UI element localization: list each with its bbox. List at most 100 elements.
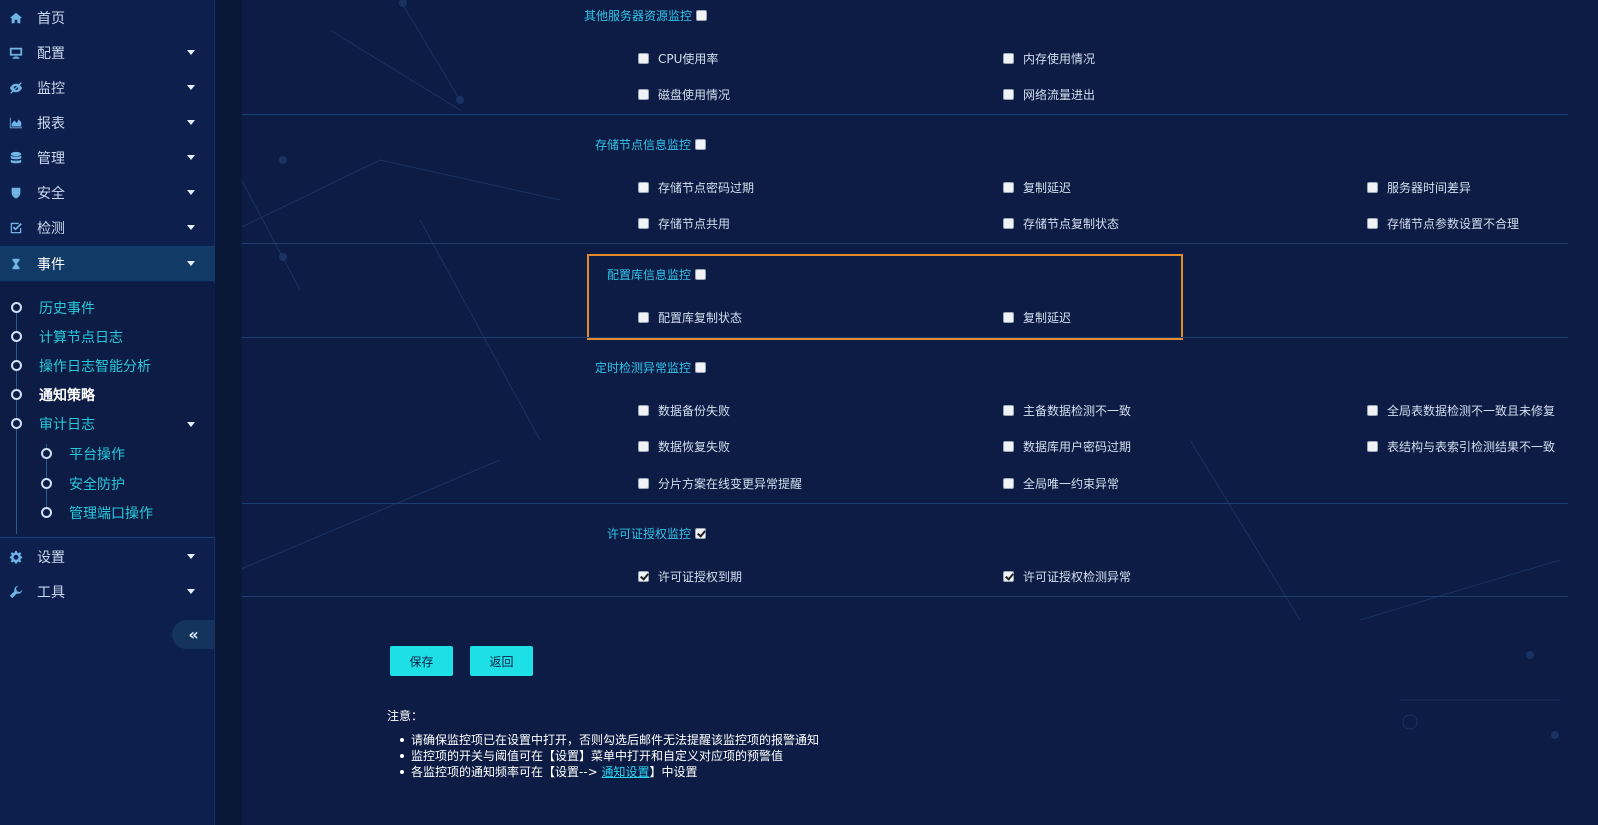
note-item: 各监控项的通知频率可在【设置--> 通知设置】中设置 [399,764,819,780]
checkbox[interactable] [1367,182,1378,193]
checkbox[interactable] [1003,218,1014,229]
section-checkbox-config-db[interactable] [695,269,707,280]
option-storage-param-unreasonable[interactable]: 存储节点参数设置不合理 [1367,215,1519,232]
submenu-item-compute-node-log[interactable]: 计算节点日志 [0,323,215,351]
sidebar-item-config[interactable]: 配置 [0,35,215,70]
submenu-item-platform-ops[interactable]: 平台操作 [0,440,215,468]
chevron-down-icon [187,120,195,125]
notification-settings-link[interactable]: 通知设置 [602,765,650,779]
checkbox[interactable] [1003,53,1014,64]
checkbox[interactable] [638,89,649,100]
sidebar-item-label: 配置 [37,45,65,62]
section-checkbox-storage-node[interactable] [695,139,707,150]
submenu-item-label: 计算节点日志 [39,330,123,346]
sidebar-item-label: 工具 [37,584,65,601]
checkbox[interactable] [1003,441,1014,452]
sidebar-item-monitor[interactable]: 监控 [0,70,215,105]
option-license-check-abnormal[interactable]: 许可证授权检测异常 [1003,568,1131,585]
option-cpu-usage[interactable]: CPU使用率 [638,50,718,67]
bullet-icon [11,418,22,429]
checkbox[interactable] [1003,312,1014,323]
section-title-config-db: 配置库信息监控 [607,266,707,283]
option-table-index-inconsistent[interactable]: 表结构与表索引检测结果不一致 [1367,438,1555,455]
option-backup-failed[interactable]: 数据备份失败 [638,402,730,419]
checkbox[interactable] [638,218,649,229]
option-global-table-inconsistent[interactable]: 全局表数据检测不一致且未修复 [1367,402,1555,419]
section-divider [242,114,1568,115]
checkbox[interactable] [1367,218,1378,229]
checkbox[interactable] [1367,441,1378,452]
section-checkbox-scheduled-check[interactable] [695,362,707,373]
option-storage-replication-status[interactable]: 存储节点复制状态 [1003,215,1119,232]
submenu-item-security-protection[interactable]: 安全防护 [0,470,215,498]
checkbox[interactable] [1003,182,1014,193]
checkbox[interactable] [1003,478,1014,489]
option-global-unique-constraint[interactable]: 全局唯一约束异常 [1003,475,1119,492]
notes-title: 注意： [387,709,424,723]
option-master-slave-inconsistent[interactable]: 主备数据检测不一致 [1003,402,1131,419]
collapse-sidebar-button[interactable]: « [172,620,215,649]
option-config-db-replication-status[interactable]: 配置库复制状态 [638,309,742,326]
submenu-item-notify-policy[interactable]: 通知策略 [0,381,215,409]
submenu-item-oplog-analysis[interactable]: 操作日志智能分析 [0,352,215,380]
section-divider [242,337,1568,338]
checkbox[interactable] [638,53,649,64]
section-checkbox-other-server[interactable] [696,10,708,21]
chevron-down-icon [187,261,195,266]
section-title-other-server: 其他服务器资源监控 [584,7,708,24]
sidebar-item-home[interactable]: 首页 [0,0,215,35]
note-item: 请确保监控项已在设置中打开，否则勾选后邮件无法提醒该监控项的报警通知 [399,733,820,747]
option-replication-delay[interactable]: 复制延迟 [1003,179,1071,196]
sidebar-item-security[interactable]: 安全 [0,175,215,210]
checkbox[interactable] [1003,89,1014,100]
save-button[interactable]: 保存 [390,646,453,676]
option-db-user-password-expire[interactable]: 数据库用户密码过期 [1003,438,1131,455]
option-restore-failed[interactable]: 数据恢复失败 [638,438,730,455]
submenu-item-audit-log[interactable]: 审计日志 [0,410,215,438]
checkbox[interactable] [1003,571,1014,582]
sidebar: 首页 配置 监控 报表 管理 安全 检测 事件 历史事件 计算节点日志 操作日志… [0,0,215,825]
option-config-db-replication-delay[interactable]: 复制延迟 [1003,309,1071,326]
option-network-traffic[interactable]: 网络流量进出 [1003,86,1095,103]
checkbox[interactable] [638,182,649,193]
option-sharding-change-alert[interactable]: 分片方案在线变更异常提醒 [638,475,802,492]
check-square-icon [8,220,24,236]
submenu-item-label: 管理端口操作 [69,506,153,522]
section-title-storage-node: 存储节点信息监控 [595,136,707,153]
sidebar-item-event[interactable]: 事件 [0,246,215,281]
checkbox[interactable] [1003,405,1014,416]
wrench-icon [8,584,24,600]
submenu-item-history-events[interactable]: 历史事件 [0,294,215,322]
option-memory-usage[interactable]: 内存使用情况 [1003,50,1095,67]
bullet-icon [41,448,52,459]
option-server-time-diff[interactable]: 服务器时间差异 [1367,179,1471,196]
sidebar-item-detect[interactable]: 检测 [0,210,215,245]
checkbox[interactable] [638,441,649,452]
checkbox[interactable] [638,478,649,489]
option-license-expire[interactable]: 许可证授权到期 [638,568,742,585]
sidebar-item-manage[interactable]: 管理 [0,140,215,175]
option-disk-usage[interactable]: 磁盘使用情况 [638,86,730,103]
submenu-item-mgmt-port-ops[interactable]: 管理端口操作 [0,499,215,527]
sidebar-item-tools[interactable]: 工具 [0,574,215,609]
chevron-down-icon [187,155,195,160]
sidebar-item-label: 安全 [37,185,65,202]
sidebar-item-label: 监控 [37,80,65,97]
sidebar-item-label: 报表 [37,115,65,132]
back-button[interactable]: 返回 [470,646,533,676]
option-storage-shared[interactable]: 存储节点共用 [638,215,730,232]
shield-icon [8,185,24,201]
sidebar-item-settings[interactable]: 设置 [0,539,215,574]
chevron-down-icon [187,554,195,559]
submenu-item-label: 平台操作 [69,447,125,463]
checkbox[interactable] [638,312,649,323]
option-storage-password-expire[interactable]: 存储节点密码过期 [638,179,754,196]
checkbox[interactable] [1367,405,1378,416]
sidebar-gutter [215,0,242,825]
section-checkbox-license[interactable] [695,528,707,539]
sidebar-item-report[interactable]: 报表 [0,105,215,140]
checkbox[interactable] [638,405,649,416]
checkbox[interactable] [638,571,649,582]
section-title-license: 许可证授权监控 [607,525,707,542]
bullet-icon [11,360,22,371]
